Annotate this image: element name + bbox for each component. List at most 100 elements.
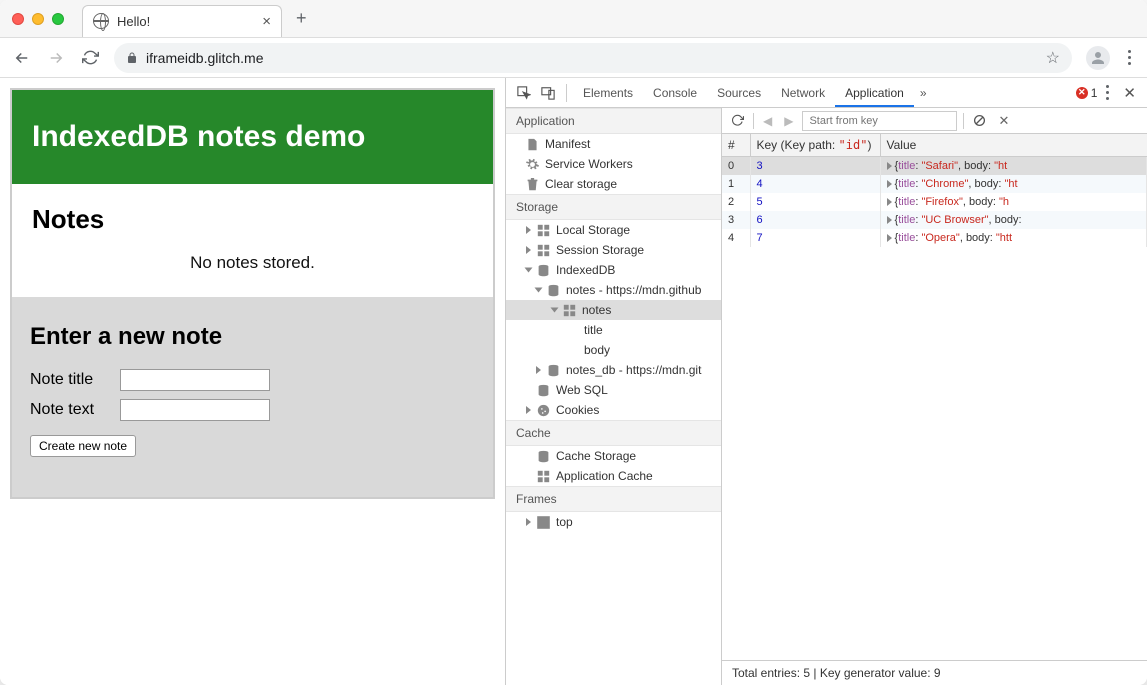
sidebar-frame-top[interactable]: top xyxy=(506,512,721,532)
new-tab-button[interactable]: + xyxy=(296,8,307,29)
sidebar-service-workers[interactable]: Service Workers xyxy=(506,154,721,174)
expand-icon xyxy=(526,246,531,254)
trash-icon xyxy=(526,178,539,191)
database-icon xyxy=(547,284,560,297)
more-tabs-icon[interactable]: » xyxy=(914,86,933,100)
collapse-icon xyxy=(535,288,543,293)
table-row[interactable]: 2 5 {title: "Firefox", body: "h xyxy=(722,193,1147,211)
tab-title: Hello! xyxy=(117,14,150,29)
idb-data-panel: ◀ ▶ ✕ # Key (Key path: "id") Value xyxy=(722,108,1147,685)
table-row[interactable]: 1 4 {title: "Chrome", body: "ht xyxy=(722,175,1147,193)
tab-sources[interactable]: Sources xyxy=(707,79,771,107)
lock-icon xyxy=(126,52,138,64)
clear-store-icon[interactable] xyxy=(970,114,989,127)
grid-icon xyxy=(537,470,550,483)
close-window-button[interactable] xyxy=(12,13,24,25)
sidebar-idb-database[interactable]: notes - https://mdn.github xyxy=(506,280,721,300)
sidebar-indexeddb[interactable]: IndexedDB xyxy=(506,260,721,280)
web-page: IndexedDB notes demo Notes No notes stor… xyxy=(0,78,505,685)
profile-avatar[interactable] xyxy=(1086,46,1110,70)
browser-menu-button[interactable] xyxy=(1124,50,1135,65)
expand-icon xyxy=(536,366,541,374)
sidebar-websql[interactable]: Web SQL xyxy=(506,380,721,400)
table-row[interactable]: 3 6 {title: "UC Browser", body: xyxy=(722,211,1147,229)
sidebar-idb-index-title[interactable]: title xyxy=(506,320,721,340)
sidebar-cache-storage[interactable]: Cache Storage xyxy=(506,446,721,466)
sidebar-cookies[interactable]: Cookies xyxy=(506,400,721,420)
close-devtools-icon[interactable]: ✕ xyxy=(1118,84,1141,102)
empty-message: No notes stored. xyxy=(32,253,473,273)
notes-heading: Notes xyxy=(32,204,473,235)
maximize-window-button[interactable] xyxy=(52,13,64,25)
notes-section: Notes No notes stored. xyxy=(12,184,493,297)
browser-toolbar: iframeidb.glitch.me ☆ xyxy=(0,38,1147,78)
expand-icon xyxy=(526,406,531,414)
expand-icon[interactable] xyxy=(887,162,892,170)
title-label: Note title xyxy=(30,371,120,389)
cat-application: Application xyxy=(506,108,721,134)
back-button[interactable] xyxy=(12,49,32,67)
key-search-input[interactable] xyxy=(802,111,957,131)
text-input[interactable] xyxy=(120,399,270,421)
tab-elements[interactable]: Elements xyxy=(573,79,643,107)
app-card: IndexedDB notes demo Notes No notes stor… xyxy=(10,88,495,499)
delete-selected-icon[interactable]: ✕ xyxy=(995,113,1012,129)
error-count: 1 xyxy=(1091,86,1098,100)
expand-icon[interactable] xyxy=(887,180,892,188)
devtools-body: Application Manifest Service Workers Cle… xyxy=(506,108,1147,685)
browser-tab[interactable]: Hello! × xyxy=(82,5,282,37)
devtools-menu-icon[interactable] xyxy=(1097,85,1118,100)
cell-index: 1 xyxy=(722,175,750,193)
collapse-icon xyxy=(525,268,533,273)
close-tab-icon[interactable]: × xyxy=(262,13,271,30)
col-value[interactable]: Value xyxy=(880,134,1147,157)
globe-icon xyxy=(93,13,109,29)
cell-key: 6 xyxy=(750,211,880,229)
form-section: Enter a new note Note title Note text Cr… xyxy=(12,297,493,497)
sidebar-idb-store-notes[interactable]: notes xyxy=(506,300,721,320)
reload-button[interactable] xyxy=(80,49,100,66)
text-row: Note text xyxy=(30,399,475,421)
sidebar-session-storage[interactable]: Session Storage xyxy=(506,240,721,260)
sidebar-idb-database2[interactable]: notes_db - https://mdn.git xyxy=(506,360,721,380)
address-bar[interactable]: iframeidb.glitch.me ☆ xyxy=(114,43,1072,73)
idb-data-table: # Key (Key path: "id") Value 0 3 {title:… xyxy=(722,134,1147,660)
sidebar-local-storage[interactable]: Local Storage xyxy=(506,220,721,240)
sidebar-app-cache[interactable]: Application Cache xyxy=(506,466,721,486)
expand-icon[interactable] xyxy=(887,234,892,242)
sidebar-manifest[interactable]: Manifest xyxy=(506,134,721,154)
tab-network[interactable]: Network xyxy=(771,79,835,107)
forward-button[interactable] xyxy=(46,49,66,67)
sidebar-idb-index-body[interactable]: body xyxy=(506,340,721,360)
table-row[interactable]: 4 7 {title: "Opera", body: "htt xyxy=(722,229,1147,247)
title-input[interactable] xyxy=(120,369,270,391)
tab-application[interactable]: Application xyxy=(835,79,914,107)
prev-page-icon[interactable]: ◀ xyxy=(760,114,775,128)
minimize-window-button[interactable] xyxy=(32,13,44,25)
cell-key: 7 xyxy=(750,229,880,247)
cell-value: {title: "Safari", body: "ht xyxy=(880,157,1147,176)
inspect-element-icon[interactable] xyxy=(512,86,536,100)
window-controls xyxy=(12,13,64,25)
url-text: iframeidb.glitch.me xyxy=(146,50,264,66)
error-indicator[interactable]: ✕1 xyxy=(1076,86,1098,100)
database-icon xyxy=(537,450,550,463)
expand-icon[interactable] xyxy=(887,198,892,206)
refresh-icon[interactable] xyxy=(728,114,747,127)
cell-value: {title: "Chrome", body: "ht xyxy=(880,175,1147,193)
cookie-icon xyxy=(537,404,550,417)
create-note-button[interactable]: Create new note xyxy=(30,435,136,457)
sidebar-clear-storage[interactable]: Clear storage xyxy=(506,174,721,194)
devtools-tabbar: Elements Console Sources Network Applica… xyxy=(506,78,1147,108)
cat-frames: Frames xyxy=(506,486,721,512)
bookmark-star-icon[interactable]: ☆ xyxy=(1046,48,1060,68)
table-row[interactable]: 0 3 {title: "Safari", body: "ht xyxy=(722,157,1147,176)
expand-icon[interactable] xyxy=(887,216,892,224)
device-toolbar-icon[interactable] xyxy=(536,86,560,100)
next-page-icon[interactable]: ▶ xyxy=(781,114,796,128)
col-key[interactable]: Key (Key path: "id") xyxy=(750,134,880,157)
app-title: IndexedDB notes demo xyxy=(32,120,473,154)
tab-console[interactable]: Console xyxy=(643,79,707,107)
cat-storage: Storage xyxy=(506,194,721,220)
col-index[interactable]: # xyxy=(722,134,750,157)
